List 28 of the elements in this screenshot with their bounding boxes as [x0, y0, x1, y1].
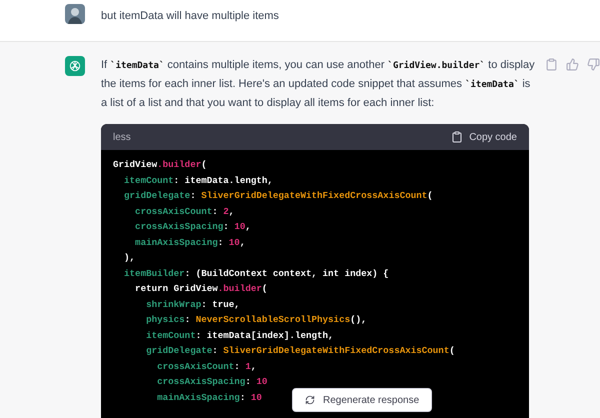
- clipboard-icon: [451, 131, 464, 143]
- code-line: crossAxisCount: 2,: [134, 204, 234, 218]
- code-line: return GridView.builder(: [134, 282, 268, 296]
- copy-code-button[interactable]: Copy code: [451, 130, 517, 144]
- avatar-icon: [65, 4, 85, 24]
- code-line: ),: [123, 251, 136, 265]
- code-line: GridView.builder(: [113, 158, 207, 172]
- code-line: mainAxisSpacing: 10: [156, 390, 262, 404]
- code-line: gridDelegate: SliverGridDelegateWithFixedCrossAxisCount(: [145, 344, 455, 358]
- clipboard-icon[interactable]: [545, 58, 558, 71]
- code-line: mainAxisSpacing: 10,: [134, 236, 246, 250]
- code-line: physics: NeverScrollableScrollPhysics(),: [145, 313, 367, 327]
- assistant-message: If `itemData` contains multiple items, you can use another `GridView.builder` to display the items for each inner list. Here's an updated code snippet that assumes `itemData` is a list of a list and that you want to display all items for each inner list:: [101, 58, 536, 111]
- user-message: but itemData will have multiple items: [101, 9, 279, 24]
- code-line: shrinkWrap: true,: [145, 298, 240, 312]
- thumbs-up-icon[interactable]: [566, 58, 579, 71]
- code-line: crossAxisCount: 1,: [156, 360, 256, 374]
- code-line: gridDelegate: SliverGridDelegateWithFixedCrossAxisCount(: [123, 189, 433, 203]
- code-line: itemCount: itemData[index].length,: [145, 328, 334, 342]
- code-language: less: [113, 130, 131, 144]
- code-line: crossAxisSpacing: 10,: [134, 220, 251, 234]
- code-line: crossAxisSpacing: 10: [156, 375, 268, 389]
- regenerate-response-button[interactable]: Regenerate response: [292, 388, 432, 412]
- assistant-logo-icon: [65, 56, 85, 76]
- refresh-icon: [305, 395, 315, 405]
- thumbs-down-icon[interactable]: [587, 58, 600, 71]
- code-line: itemCount: itemData.length,: [123, 174, 273, 188]
- code-line: itemBuilder: (BuildContext context, int index) {: [123, 266, 389, 280]
